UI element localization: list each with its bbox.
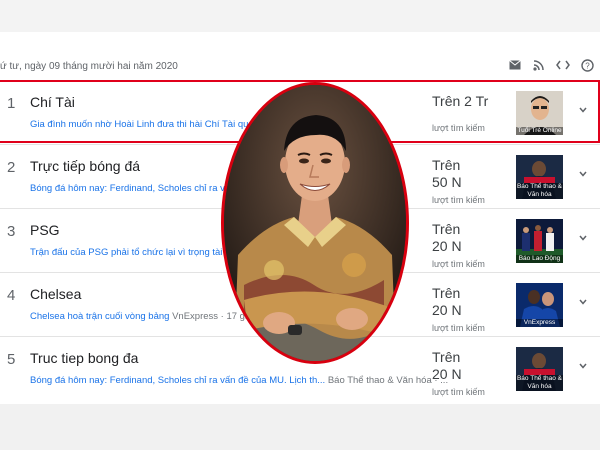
thumbnail-source: VnExpress: [516, 319, 563, 327]
thumbnail-source: Báo Lao Động: [516, 255, 563, 263]
news-thumbnail[interactable]: Báo Lao Động: [516, 219, 563, 263]
search-count-label: lượt tìm kiếm: [432, 195, 485, 205]
trend-title[interactable]: Trực tiếp bóng đá: [30, 158, 140, 174]
svg-text:?: ?: [585, 61, 590, 70]
portrait-photo: [221, 82, 409, 364]
article-link[interactable]: Chelsea hoà trận cuối vòng bảng: [30, 311, 169, 322]
trend-article[interactable]: Trận đấu của PSG phải tổ chức lại vì trọ…: [30, 247, 246, 258]
chevron-down-icon[interactable]: [578, 297, 588, 307]
search-count: Trên 50 N: [432, 157, 462, 190]
trend-article[interactable]: Bóng đá hôm nay: Ferdinand, Scholes chỉ …: [30, 375, 448, 386]
thumbnail-source: Báo Thể thao & Văn hóa: [516, 183, 563, 199]
chevron-down-icon[interactable]: [578, 361, 588, 371]
chevron-down-icon[interactable]: [578, 233, 588, 243]
trend-title[interactable]: PSG: [30, 222, 60, 238]
header-icons: ?: [508, 58, 594, 72]
thumbnail-source: Báo Thể thao & Văn hóa: [516, 375, 563, 391]
trend-title[interactable]: Truc tiep bong đa: [30, 350, 138, 366]
trend-rank: 3: [7, 223, 16, 240]
search-count-label: lượt tìm kiếm: [432, 259, 485, 269]
search-count-label: lượt tìm kiếm: [432, 387, 485, 397]
date-label: ứ tư, ngày 09 tháng mười hai năm 2020: [0, 61, 178, 72]
news-thumbnail[interactable]: VnExpress: [516, 283, 563, 327]
bottom-band: [0, 404, 600, 450]
article-link[interactable]: Trận đấu của PSG phải tổ chức lại vì trọ…: [30, 247, 246, 258]
trending-page: ứ tư, ngày 09 tháng mười hai năm 2020 ? …: [0, 0, 600, 450]
trend-title[interactable]: Chelsea: [30, 286, 81, 302]
trend-rank: 5: [7, 351, 16, 368]
help-icon[interactable]: ?: [580, 58, 594, 72]
trend-rank: 2: [7, 159, 16, 176]
news-thumbnail[interactable]: Báo Thể thao & Văn hóa: [516, 347, 563, 391]
trend-article[interactable]: Bóng đá hôm nay: Ferdinand, Scholes chỉ …: [30, 183, 249, 194]
search-count: Trên 20 N: [432, 221, 462, 254]
news-thumbnail[interactable]: Báo Thể thao & Văn hóa: [516, 155, 563, 199]
article-link[interactable]: Bóng đá hôm nay: Ferdinand, Scholes chỉ …: [30, 183, 249, 194]
search-count: Trên 20 N: [432, 349, 462, 382]
trend-rank: 4: [7, 287, 16, 304]
top-band: [0, 0, 600, 32]
search-count-label: lượt tìm kiếm: [432, 323, 485, 333]
embed-icon[interactable]: [556, 58, 570, 72]
article-source: Báo Thể thao & Văn hóa · ...: [327, 375, 449, 386]
rss-icon[interactable]: [532, 58, 546, 72]
search-count: Trên 20 N: [432, 285, 462, 318]
chevron-down-icon[interactable]: [578, 169, 588, 179]
article-link[interactable]: Bóng đá hôm nay: Ferdinand, Scholes chỉ …: [30, 375, 325, 386]
mail-icon[interactable]: [508, 58, 522, 72]
